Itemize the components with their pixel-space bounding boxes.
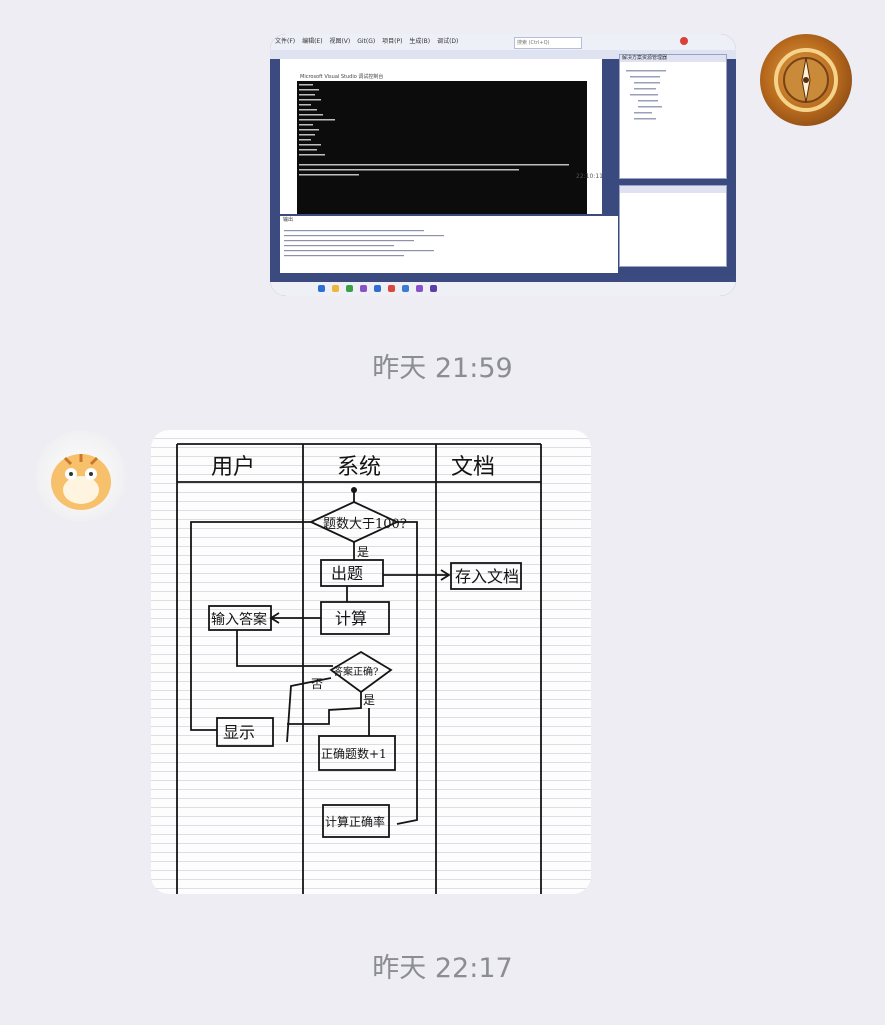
timestamp: 昨天 22:17 [372, 953, 513, 984]
flowchart-drawing: 用户 系统 文档 题数大于100? 是 出题 存入文档 计算 输入答案 答案正确… [176, 443, 542, 894]
output-lines [284, 230, 444, 257]
taskbar-app-icon [360, 285, 367, 292]
timestamp: 昨天 21:59 [372, 353, 513, 384]
vs-menu-project: 项目(P) [382, 38, 403, 45]
taskbar-app-icon [346, 285, 353, 292]
taskbar-app-icon [402, 285, 409, 292]
decision-correct-label: 答案正确? [333, 665, 378, 678]
vs-menu-build: 生成(B) [409, 38, 431, 45]
taskbar-app-icon [374, 285, 381, 292]
vs-menubar: 文件(F) 编辑(E) 视图(V) Git(G) 项目(P) 生成(B) 调试(… [270, 34, 736, 50]
calculate-label: 计算 [335, 609, 367, 628]
screenshot-image-bubble[interactable]: 文件(F) 编辑(E) 视图(V) Git(G) 项目(P) 生成(B) 调试(… [270, 34, 736, 296]
vs-statusbar [270, 274, 736, 282]
vs-menu-git: Git(G) [357, 38, 376, 45]
decision-count-label: 题数大于100? [323, 517, 407, 532]
vs-search-box: 搜索 (Ctrl+Q) [514, 37, 582, 49]
editor-time-fragment: 22:10:11 [576, 173, 603, 180]
display-label: 显示 [223, 723, 255, 742]
solution-tree [626, 70, 666, 120]
taskbar-app-icon [416, 285, 423, 292]
lane-user-label: 用户 [211, 455, 255, 480]
store-label: 存入文档 [455, 567, 519, 586]
lane-doc-label: 文档 [451, 455, 495, 480]
taskbar-app-icon [388, 285, 395, 292]
console-window [297, 81, 587, 231]
output-pane: 输出 [280, 214, 618, 273]
windows-taskbar [270, 282, 736, 296]
vs-menu-view: 视图(V) [329, 38, 351, 45]
tiger-cartoon-icon [51, 454, 111, 510]
calc-rate-label: 计算正确率 [325, 814, 385, 829]
solution-explorer-pane: 解决方案资源管理器 [619, 54, 727, 179]
vs-left-dock [270, 59, 280, 274]
output-label: 输出 [283, 217, 294, 223]
compass-avatar-icon [774, 48, 838, 112]
properties-header [620, 186, 726, 193]
console-title: Microsoft Visual Studio 调试控制台 [297, 73, 590, 81]
properties-pane [619, 185, 727, 267]
avatar-self[interactable] [760, 34, 852, 126]
taskbar-app-icon [332, 285, 339, 292]
vs-menu-edit: 编辑(E) [302, 38, 323, 45]
yes-label-1: 是 [357, 545, 369, 559]
yes-label-2: 是 [363, 693, 375, 707]
console-text-lines [299, 84, 569, 176]
input-answer-label: 输入答案 [211, 611, 267, 628]
lane-system-label: 系统 [337, 455, 381, 480]
avatar-contact[interactable] [35, 430, 127, 522]
vs-account-icon [680, 37, 688, 45]
generate-label: 出题 [331, 564, 363, 583]
no-label: 否 [311, 677, 323, 691]
correct-plus-label: 正确题数+1 [321, 746, 387, 761]
vs-menu-debug: 调试(D) [437, 38, 459, 45]
flowchart-image-bubble[interactable]: 用户 系统 文档 题数大于100? 是 出题 存入文档 计算 输入答案 答案正确… [151, 430, 591, 894]
solution-explorer-title: 解决方案资源管理器 [620, 55, 726, 62]
taskbar-app-icon [318, 285, 325, 292]
taskbar-app-icon [430, 285, 437, 292]
vs-menu-file: 文件(F) [275, 38, 296, 45]
